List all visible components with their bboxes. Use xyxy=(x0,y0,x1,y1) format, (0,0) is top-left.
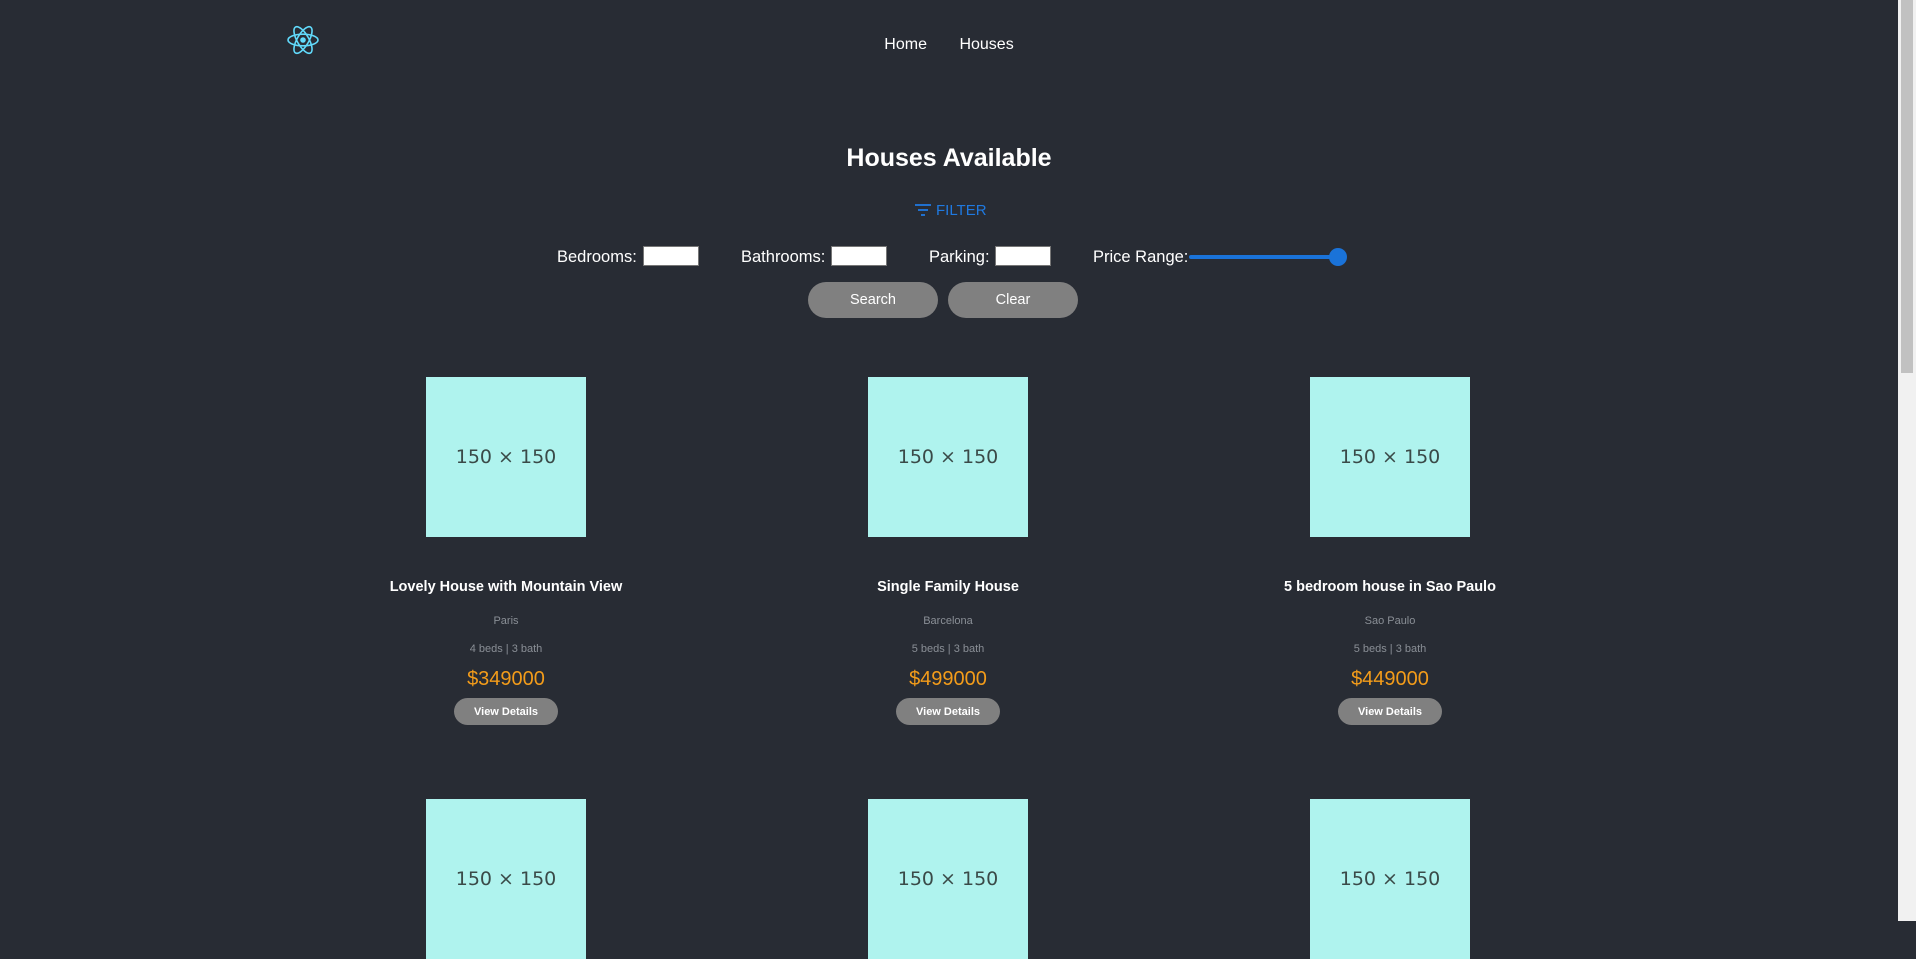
house-price: $349000 xyxy=(467,668,545,690)
house-card: 150 × 150 xyxy=(748,799,1148,959)
house-specs: 5 beds | 3 bath xyxy=(1353,643,1427,655)
filter-icon xyxy=(915,204,931,216)
view-details-button[interactable]: View Details xyxy=(1338,698,1442,725)
house-image[interactable]: 150 × 150 xyxy=(1310,377,1470,537)
clear-button[interactable]: Clear xyxy=(948,282,1078,318)
house-image[interactable]: 150 × 150 xyxy=(426,799,586,959)
parking-input[interactable] xyxy=(995,246,1051,266)
price-range-thumb[interactable] xyxy=(1329,248,1347,266)
filter-toggle[interactable]: FILTER xyxy=(914,199,987,221)
house-title: Single Family House xyxy=(877,579,1019,595)
page-scrollbar[interactable] xyxy=(1898,0,1916,921)
house-specs: 5 beds | 3 bath xyxy=(911,643,985,655)
house-image[interactable]: 150 × 150 xyxy=(868,377,1028,537)
house-card: 150 × 150 5 bedroom house in Sao Paulo S… xyxy=(1190,377,1590,725)
main-nav: Home Houses xyxy=(0,34,1898,56)
price-range-label: Price Range: xyxy=(1093,248,1189,266)
filter-label: FILTER xyxy=(936,201,987,219)
scrollbar-thumb[interactable] xyxy=(1901,0,1913,373)
search-button[interactable]: Search xyxy=(808,282,938,318)
parking-label: Parking: xyxy=(929,248,990,266)
house-image[interactable]: 150 × 150 xyxy=(1310,799,1470,959)
nav-home-link[interactable]: Home xyxy=(884,34,927,56)
house-card: 150 × 150 xyxy=(1190,799,1590,959)
house-image[interactable]: 150 × 150 xyxy=(426,377,586,537)
house-card: 150 × 150 xyxy=(306,799,706,959)
bedrooms-input[interactable] xyxy=(643,246,699,266)
house-price: $449000 xyxy=(1351,668,1429,690)
price-range-track[interactable] xyxy=(1189,255,1339,259)
bathrooms-input[interactable] xyxy=(831,246,887,266)
house-city: Sao Paulo xyxy=(1364,615,1416,627)
house-title: Lovely House with Mountain View xyxy=(389,579,623,595)
page-title: Houses Available xyxy=(846,144,1052,172)
house-card: 150 × 150 Single Family House Barcelona … xyxy=(748,377,1148,725)
house-image[interactable]: 150 × 150 xyxy=(868,799,1028,959)
view-details-button[interactable]: View Details xyxy=(896,698,1000,725)
house-specs: 4 beds | 3 bath xyxy=(469,643,543,655)
filter-form: Bedrooms: Bathrooms: Parking: Price Rang… xyxy=(0,244,1898,270)
house-city: Paris xyxy=(493,615,519,627)
house-title: 5 bedroom house in Sao Paulo xyxy=(1284,579,1496,595)
house-price: $499000 xyxy=(909,668,987,690)
nav-houses-link[interactable]: Houses xyxy=(959,34,1013,56)
house-city: Barcelona xyxy=(923,615,973,627)
bedrooms-label: Bedrooms: xyxy=(557,248,637,266)
bathrooms-label: Bathrooms: xyxy=(741,248,826,266)
view-details-button[interactable]: View Details xyxy=(454,698,558,725)
house-card: 150 × 150 Lovely House with Mountain Vie… xyxy=(306,377,706,725)
